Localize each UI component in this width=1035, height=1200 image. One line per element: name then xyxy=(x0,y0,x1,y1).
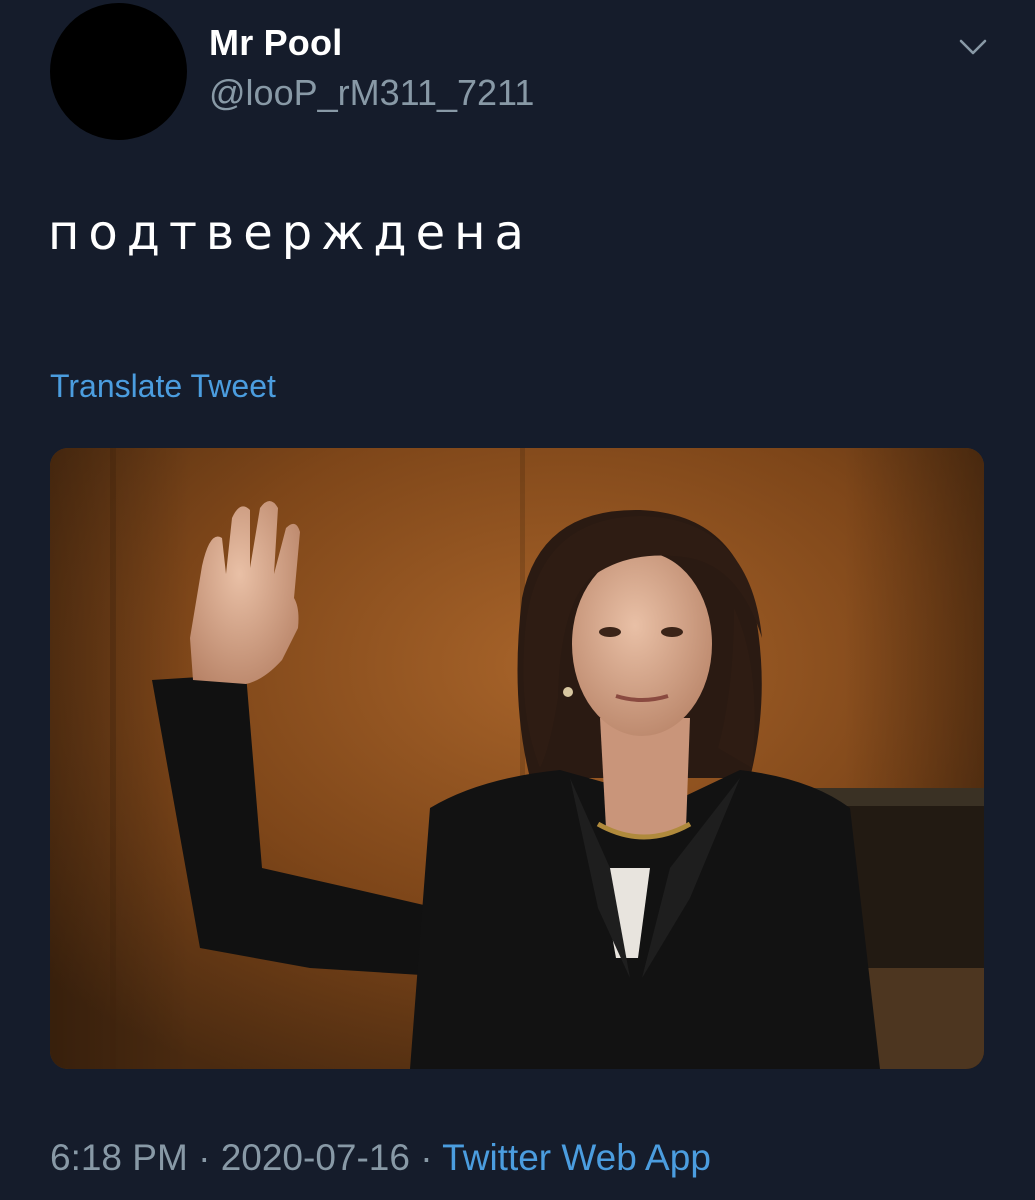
tweet-time[interactable]: 6:18 PM xyxy=(50,1137,188,1178)
tweet-card: Mr Pool @looP_rM311_7211 подтверждена Tr… xyxy=(0,0,1035,1200)
tweet-source-link[interactable]: Twitter Web App xyxy=(442,1137,711,1178)
display-name[interactable]: Mr Pool xyxy=(209,22,342,64)
translate-tweet-link[interactable]: Translate Tweet xyxy=(50,368,276,405)
user-handle[interactable]: @looP_rM311_7211 xyxy=(209,72,534,114)
tweet-photo[interactable] xyxy=(50,448,984,1069)
meta-separator: · xyxy=(409,1137,443,1178)
oath-photo-image xyxy=(50,448,984,1069)
tweet-meta: 6:18 PM · 2020-07-16 · Twitter Web App xyxy=(50,1137,711,1179)
avatar[interactable] xyxy=(50,3,187,140)
meta-separator: · xyxy=(187,1137,221,1178)
tweet-date[interactable]: 2020-07-16 xyxy=(221,1137,410,1178)
tweet-text: подтверждена xyxy=(48,205,533,261)
chevron-down-icon[interactable] xyxy=(958,36,988,58)
